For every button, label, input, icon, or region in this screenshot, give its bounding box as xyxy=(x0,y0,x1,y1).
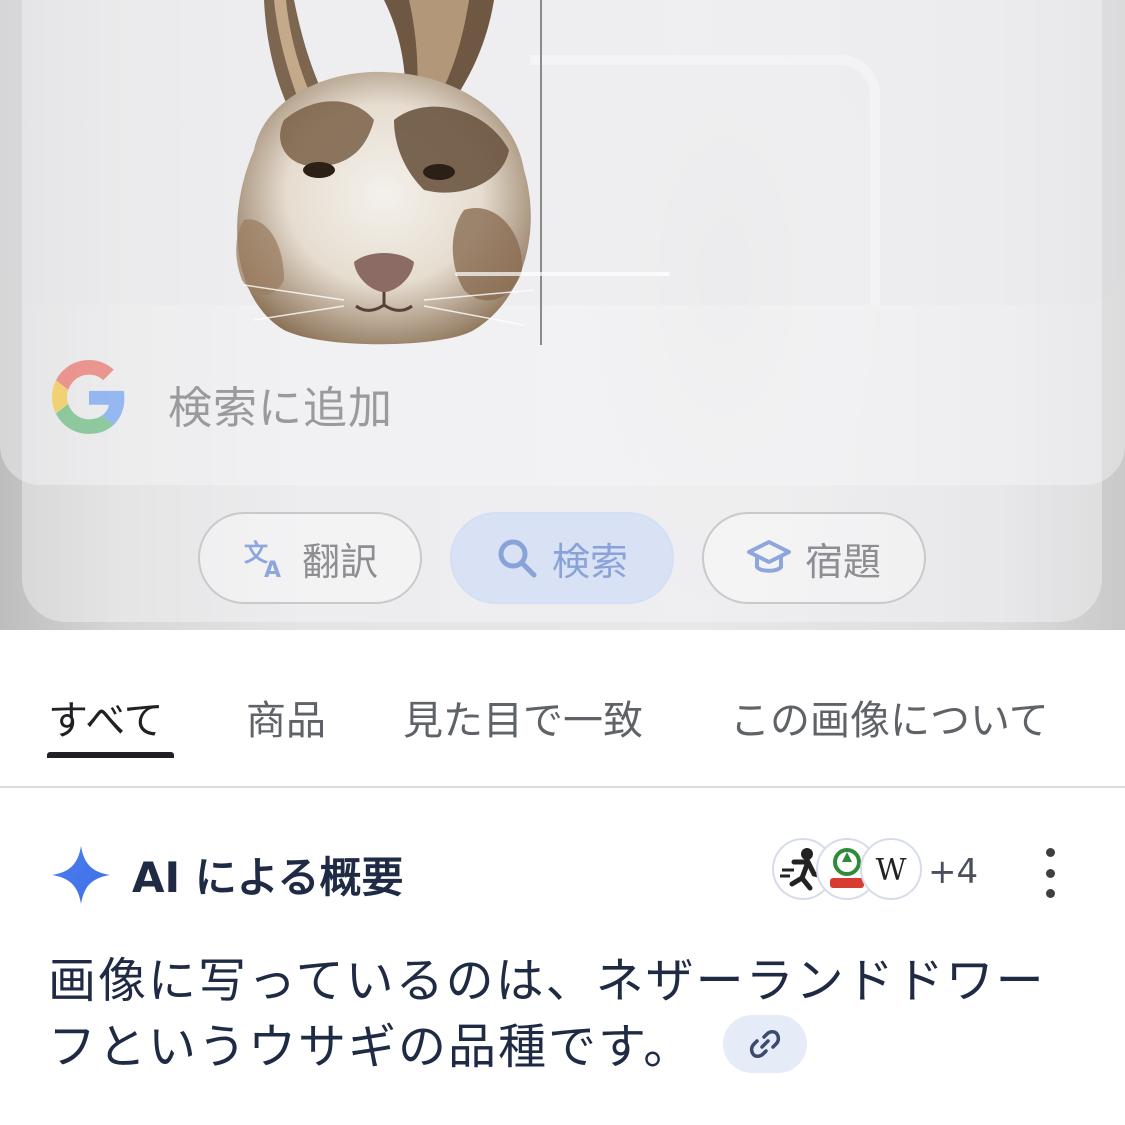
more-options-icon[interactable] xyxy=(1038,848,1062,898)
tab-visual-matches[interactable]: 見た目で一致 xyxy=(403,688,643,746)
active-tab-indicator xyxy=(47,752,174,758)
source-link-button[interactable] xyxy=(723,1015,808,1073)
sheet-drag-handle[interactable] xyxy=(455,272,670,276)
wikipedia-icon: W xyxy=(860,838,922,900)
search-button[interactable]: 検索 xyxy=(450,512,674,604)
tab-products[interactable]: 商品 xyxy=(246,688,326,746)
ai-overview-title: AI による概要 xyxy=(132,853,404,902)
svg-text:A: A xyxy=(264,558,281,581)
tab-about-this-image[interactable]: この画像について xyxy=(730,688,1049,746)
search-icon xyxy=(496,537,538,579)
ai-overview-header: AI による概要 W +4 xyxy=(0,830,1125,920)
ai-overview-text: 画像に写っているのは、ネザーランドドワーフというウサギの品種です。 xyxy=(48,948,1078,1080)
lens-image-area[interactable]: 検索に追加 文 A 翻訳 検索 宿題 xyxy=(0,0,1125,630)
google-logo-icon xyxy=(52,360,126,434)
rabbit-thumbnail[interactable] xyxy=(224,0,542,352)
source-count[interactable]: +4 xyxy=(928,852,978,892)
homework-button[interactable]: 宿題 xyxy=(702,512,926,604)
result-tabs: すべて 商品 見た目で一致 この画像について xyxy=(0,630,1125,788)
search-input[interactable]: 検索に追加 xyxy=(168,372,393,436)
graduation-cap-icon xyxy=(746,538,791,578)
translate-button[interactable]: 文 A 翻訳 xyxy=(198,512,422,604)
search-label: 検索 xyxy=(551,539,628,584)
link-icon xyxy=(750,1030,781,1058)
svg-text:W: W xyxy=(876,853,907,888)
sparkle-icon xyxy=(50,844,112,906)
ai-overview-body: 画像に写っているのは、ネザーランドドワーフというウサギの品種です。 xyxy=(48,953,1046,1075)
homework-label: 宿題 xyxy=(804,539,881,584)
tab-all[interactable]: すべて xyxy=(48,688,164,746)
translate-label: 翻訳 xyxy=(301,539,378,584)
translate-icon: 文 A xyxy=(242,535,288,581)
thumbnail-divider xyxy=(540,0,542,345)
